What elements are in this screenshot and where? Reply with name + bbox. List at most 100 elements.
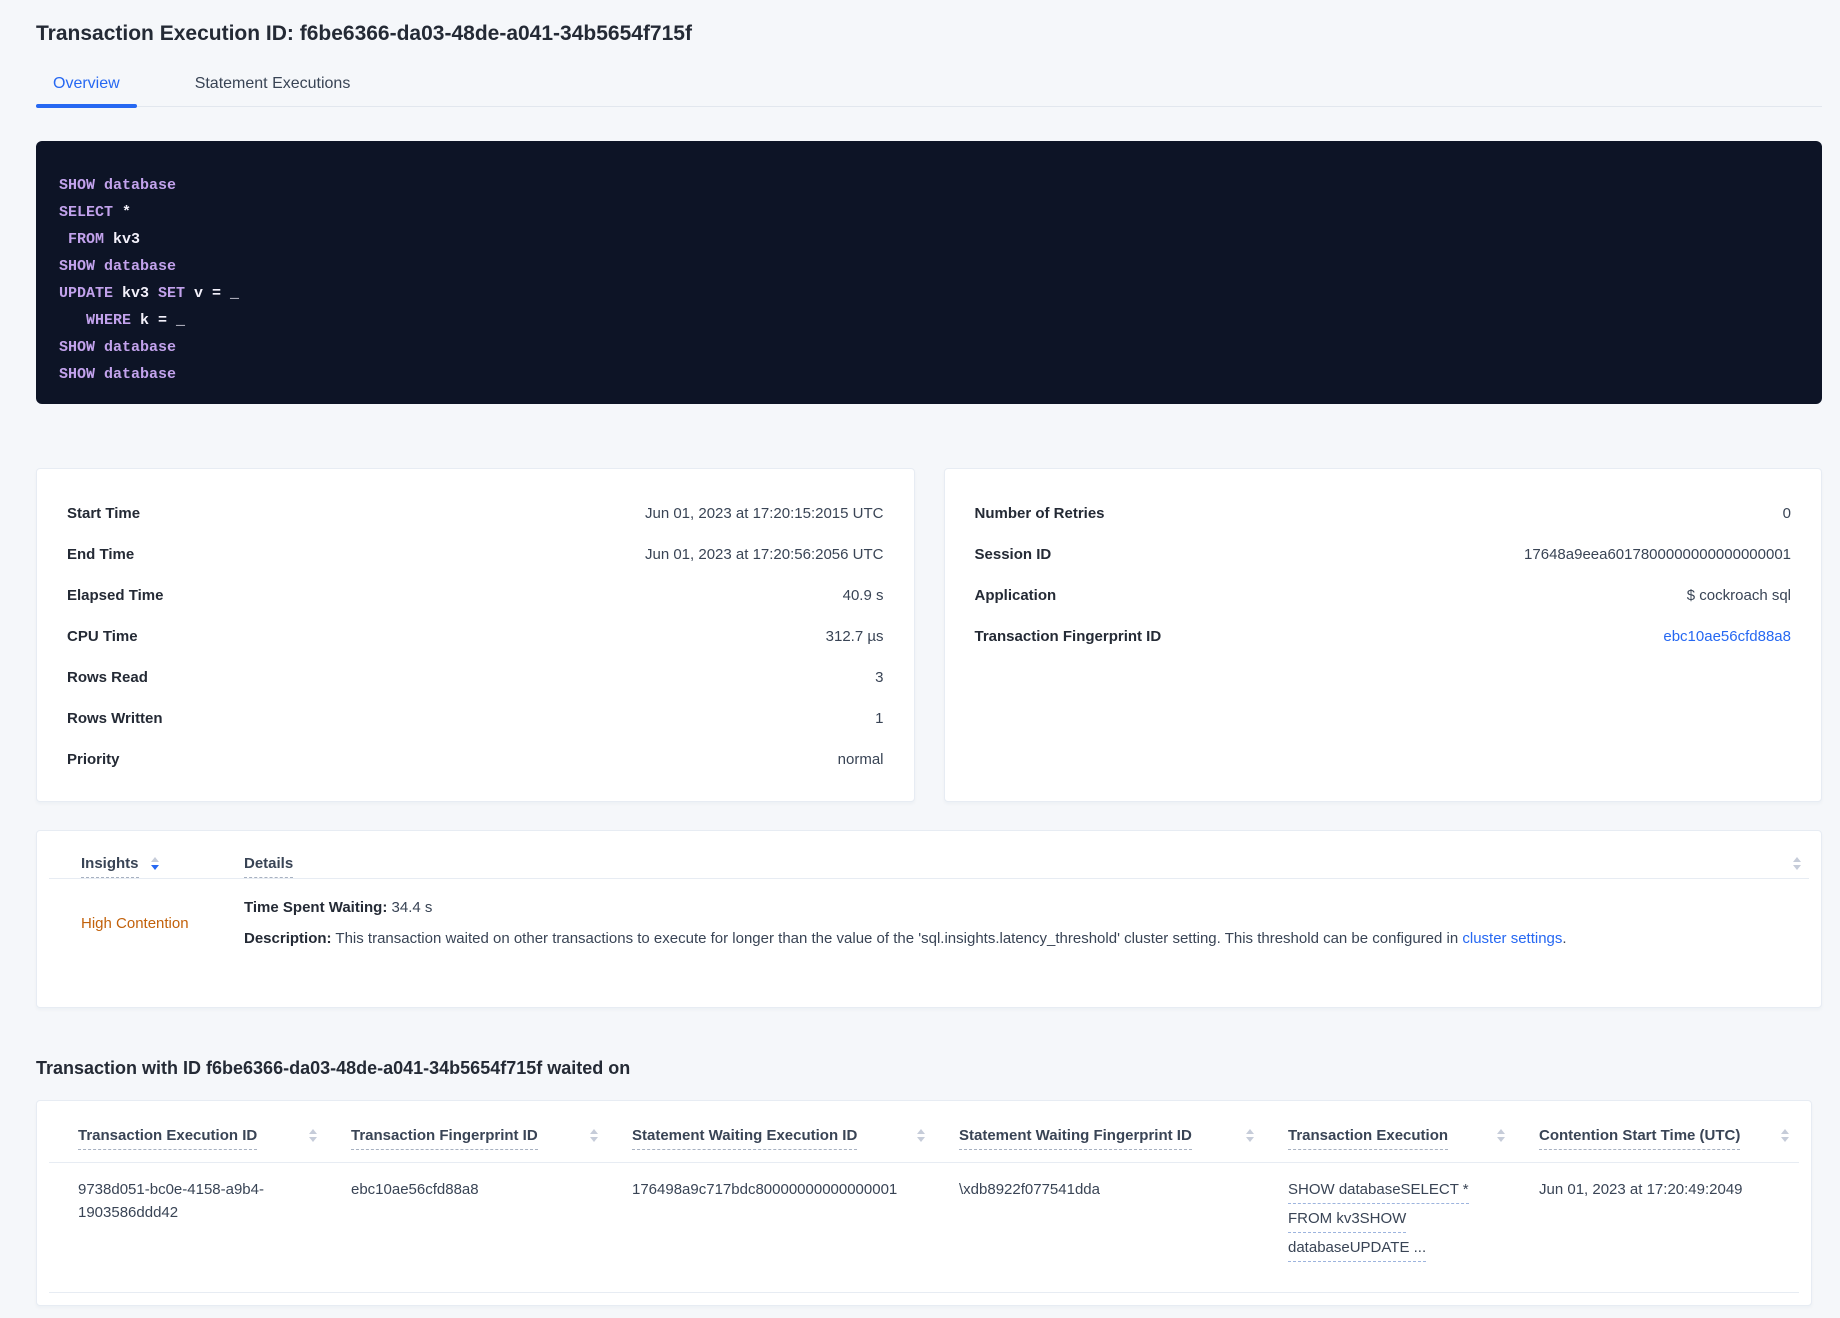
sql-statements-box: SHOW database SELECT * FROM kv3 SHOW datab… xyxy=(36,141,1822,404)
tab-bar: Overview Statement Executions xyxy=(36,63,1822,108)
details-column-label[interactable]: Details xyxy=(244,855,294,878)
tab-overview[interactable]: Overview xyxy=(36,63,137,108)
statement-link-line[interactable]: SHOW databaseSELECT * xyxy=(1288,1178,1469,1204)
column-label[interactable]: Transaction Execution xyxy=(1288,1127,1449,1150)
stat-row: Rows Read 3 xyxy=(67,657,884,698)
sql-line: SHOW database xyxy=(59,361,1799,388)
sql-line: SHOW database xyxy=(59,253,1799,280)
insight-type-label: High Contention xyxy=(81,915,189,932)
sort-icon[interactable] xyxy=(1781,1127,1789,1142)
waited-on-table-card: Transaction Execution ID Transaction Fin… xyxy=(36,1100,1812,1306)
stmt-waiting-fingerprint-id-cell: \xdb8922f077541dda xyxy=(959,1181,1100,1198)
sort-icon[interactable] xyxy=(917,1127,925,1142)
sort-icon[interactable] xyxy=(150,855,159,870)
sql-token: SET xyxy=(158,285,186,302)
sort-icon[interactable] xyxy=(1497,1127,1505,1142)
stat-label: Start Time xyxy=(67,505,141,522)
cluster-settings-link[interactable]: cluster settings xyxy=(1462,930,1562,947)
contention-start-time-cell: Jun 01, 2023 at 17:20:49:2049 xyxy=(1539,1181,1743,1198)
stat-row: Session ID 17648a9eea60178000000000000000… xyxy=(975,534,1792,575)
stat-value: 1 xyxy=(875,710,884,727)
sql-token: SHOW database xyxy=(59,258,177,275)
column-label[interactable]: Contention Start Time (UTC) xyxy=(1539,1127,1741,1150)
stat-row: Number of Retries 0 xyxy=(975,493,1792,534)
column-header: Transaction Fingerprint ID xyxy=(351,1127,632,1150)
stat-value: Jun 01, 2023 at 17:20:15:2015 UTC xyxy=(644,505,884,522)
stat-value: normal xyxy=(837,751,884,768)
column-label[interactable]: Statement Waiting Fingerprint ID xyxy=(959,1127,1192,1150)
stat-label: Elapsed Time xyxy=(67,587,164,604)
stat-label: Rows Written xyxy=(67,710,163,727)
column-label[interactable]: Transaction Fingerprint ID xyxy=(351,1127,538,1150)
stat-value: 40.9 s xyxy=(842,587,884,604)
stat-label: Number of Retries xyxy=(974,505,1105,522)
sort-icon[interactable] xyxy=(1793,855,1801,870)
sql-line: SELECT * xyxy=(59,199,1799,226)
sql-token: k = _ xyxy=(131,312,186,329)
divider xyxy=(49,1292,1799,1293)
column-label[interactable]: Statement Waiting Execution ID xyxy=(632,1127,858,1150)
sql-token: FROM xyxy=(59,231,105,248)
stat-value: 3 xyxy=(875,669,884,686)
column-header: Statement Waiting Execution ID xyxy=(632,1127,959,1150)
insight-row: High Contention Time Spent Waiting: 34.4… xyxy=(37,879,1821,950)
sql-token: kv3 xyxy=(104,231,141,248)
execution-stats-card: Start Time Jun 01, 2023 at 17:20:15:2015 … xyxy=(36,468,915,802)
stat-row: Application $ cockroach sql xyxy=(975,575,1792,616)
sql-token: * xyxy=(113,204,132,221)
stat-value: 17648a9eea6017800000000000000001 xyxy=(1524,546,1791,563)
stat-label: Rows Read xyxy=(67,669,148,686)
table-row: 9738d051-bc0e-4158-a9b4-1903586ddd42 ebc… xyxy=(37,1163,1811,1280)
sql-token: SHOW database xyxy=(59,177,177,194)
waited-on-heading: Transaction with ID f6be6366-da03-48de-a… xyxy=(36,1058,631,1078)
column-label[interactable]: Transaction Execution ID xyxy=(78,1127,258,1150)
tab-statement-executions[interactable]: Statement Executions xyxy=(178,63,368,106)
summary-cards: Start Time Jun 01, 2023 at 17:20:15:2015 … xyxy=(36,468,1822,802)
sql-line: SHOW database xyxy=(59,172,1799,199)
insights-column-header: Insights xyxy=(81,855,244,878)
stat-row: Priority normal xyxy=(67,739,884,780)
sql-token: SHOW database xyxy=(59,366,177,383)
sort-icon[interactable] xyxy=(1246,1127,1254,1142)
description-suffix: . xyxy=(1562,930,1567,947)
page-title: Transaction Execution ID: f6be6366-da03-… xyxy=(36,22,692,45)
insights-column-label[interactable]: Insights xyxy=(81,855,139,878)
time-spent-waiting: Time Spent Waiting: 34.4 s xyxy=(244,897,1567,919)
sql-token: WHERE xyxy=(59,312,132,329)
sql-line: FROM kv3 xyxy=(59,226,1799,253)
column-header: Contention Start Time (UTC) xyxy=(1539,1127,1791,1150)
sql-token: SELECT xyxy=(59,204,114,221)
stat-label: Transaction Fingerprint ID xyxy=(974,628,1162,645)
sql-token: UPDATE xyxy=(59,285,114,302)
stat-label: Session ID xyxy=(974,546,1052,563)
insight-description: Description: This transaction waited on … xyxy=(244,928,1567,950)
stat-value: $ cockroach sql xyxy=(1686,587,1791,604)
sql-token: v = _ xyxy=(185,285,240,302)
column-header: Transaction Execution ID xyxy=(78,1127,351,1150)
stat-label: Priority xyxy=(67,751,120,768)
sql-line: WHERE k = _ xyxy=(59,307,1799,334)
waited-on-table-header: Transaction Execution ID Transaction Fin… xyxy=(37,1101,1811,1150)
statement-link-line[interactable]: FROM kv3SHOW xyxy=(1288,1207,1407,1233)
txn-execution-statements-cell[interactable]: SHOW databaseSELECT * FROM kv3SHOW datab… xyxy=(1288,1178,1539,1265)
stat-label: Application xyxy=(974,587,1057,604)
session-stats-card: Number of Retries 0 Session ID 17648a9eea60… xyxy=(943,468,1822,802)
stat-label: CPU Time xyxy=(67,628,138,645)
time-spent-waiting-label: Time Spent Waiting: xyxy=(244,899,388,916)
sort-icon[interactable] xyxy=(309,1127,317,1142)
stmt-waiting-execution-id-cell: 176498a9c717bdc80000000000000001 xyxy=(632,1181,898,1198)
stat-row: Start Time Jun 01, 2023 at 17:20:15:2015 … xyxy=(67,493,884,534)
description-label: Description: xyxy=(244,930,332,947)
stat-value: Jun 01, 2023 at 17:20:56:2056 UTC xyxy=(644,546,884,563)
stat-value-link[interactable]: ebc10ae56cfd88a8 xyxy=(1663,628,1791,645)
statement-link-line[interactable]: databaseUPDATE ... xyxy=(1288,1236,1427,1262)
sort-icon[interactable] xyxy=(590,1127,598,1142)
txn-fingerprint-id-cell: ebc10ae56cfd88a8 xyxy=(351,1181,479,1198)
column-header: Statement Waiting Fingerprint ID xyxy=(959,1127,1288,1150)
transaction-details-page: Transaction Execution ID: f6be6366-da03-… xyxy=(0,0,1840,1306)
stat-value: 0 xyxy=(1782,505,1791,522)
stat-row: Transaction Fingerprint ID ebc10ae56cfd88… xyxy=(975,616,1792,657)
txn-execution-id-cell: 9738d051-bc0e-4158-a9b4-1903586ddd42 xyxy=(78,1181,264,1221)
stat-value: 312.7 µs xyxy=(825,628,884,645)
column-header: Transaction Execution xyxy=(1288,1127,1539,1150)
